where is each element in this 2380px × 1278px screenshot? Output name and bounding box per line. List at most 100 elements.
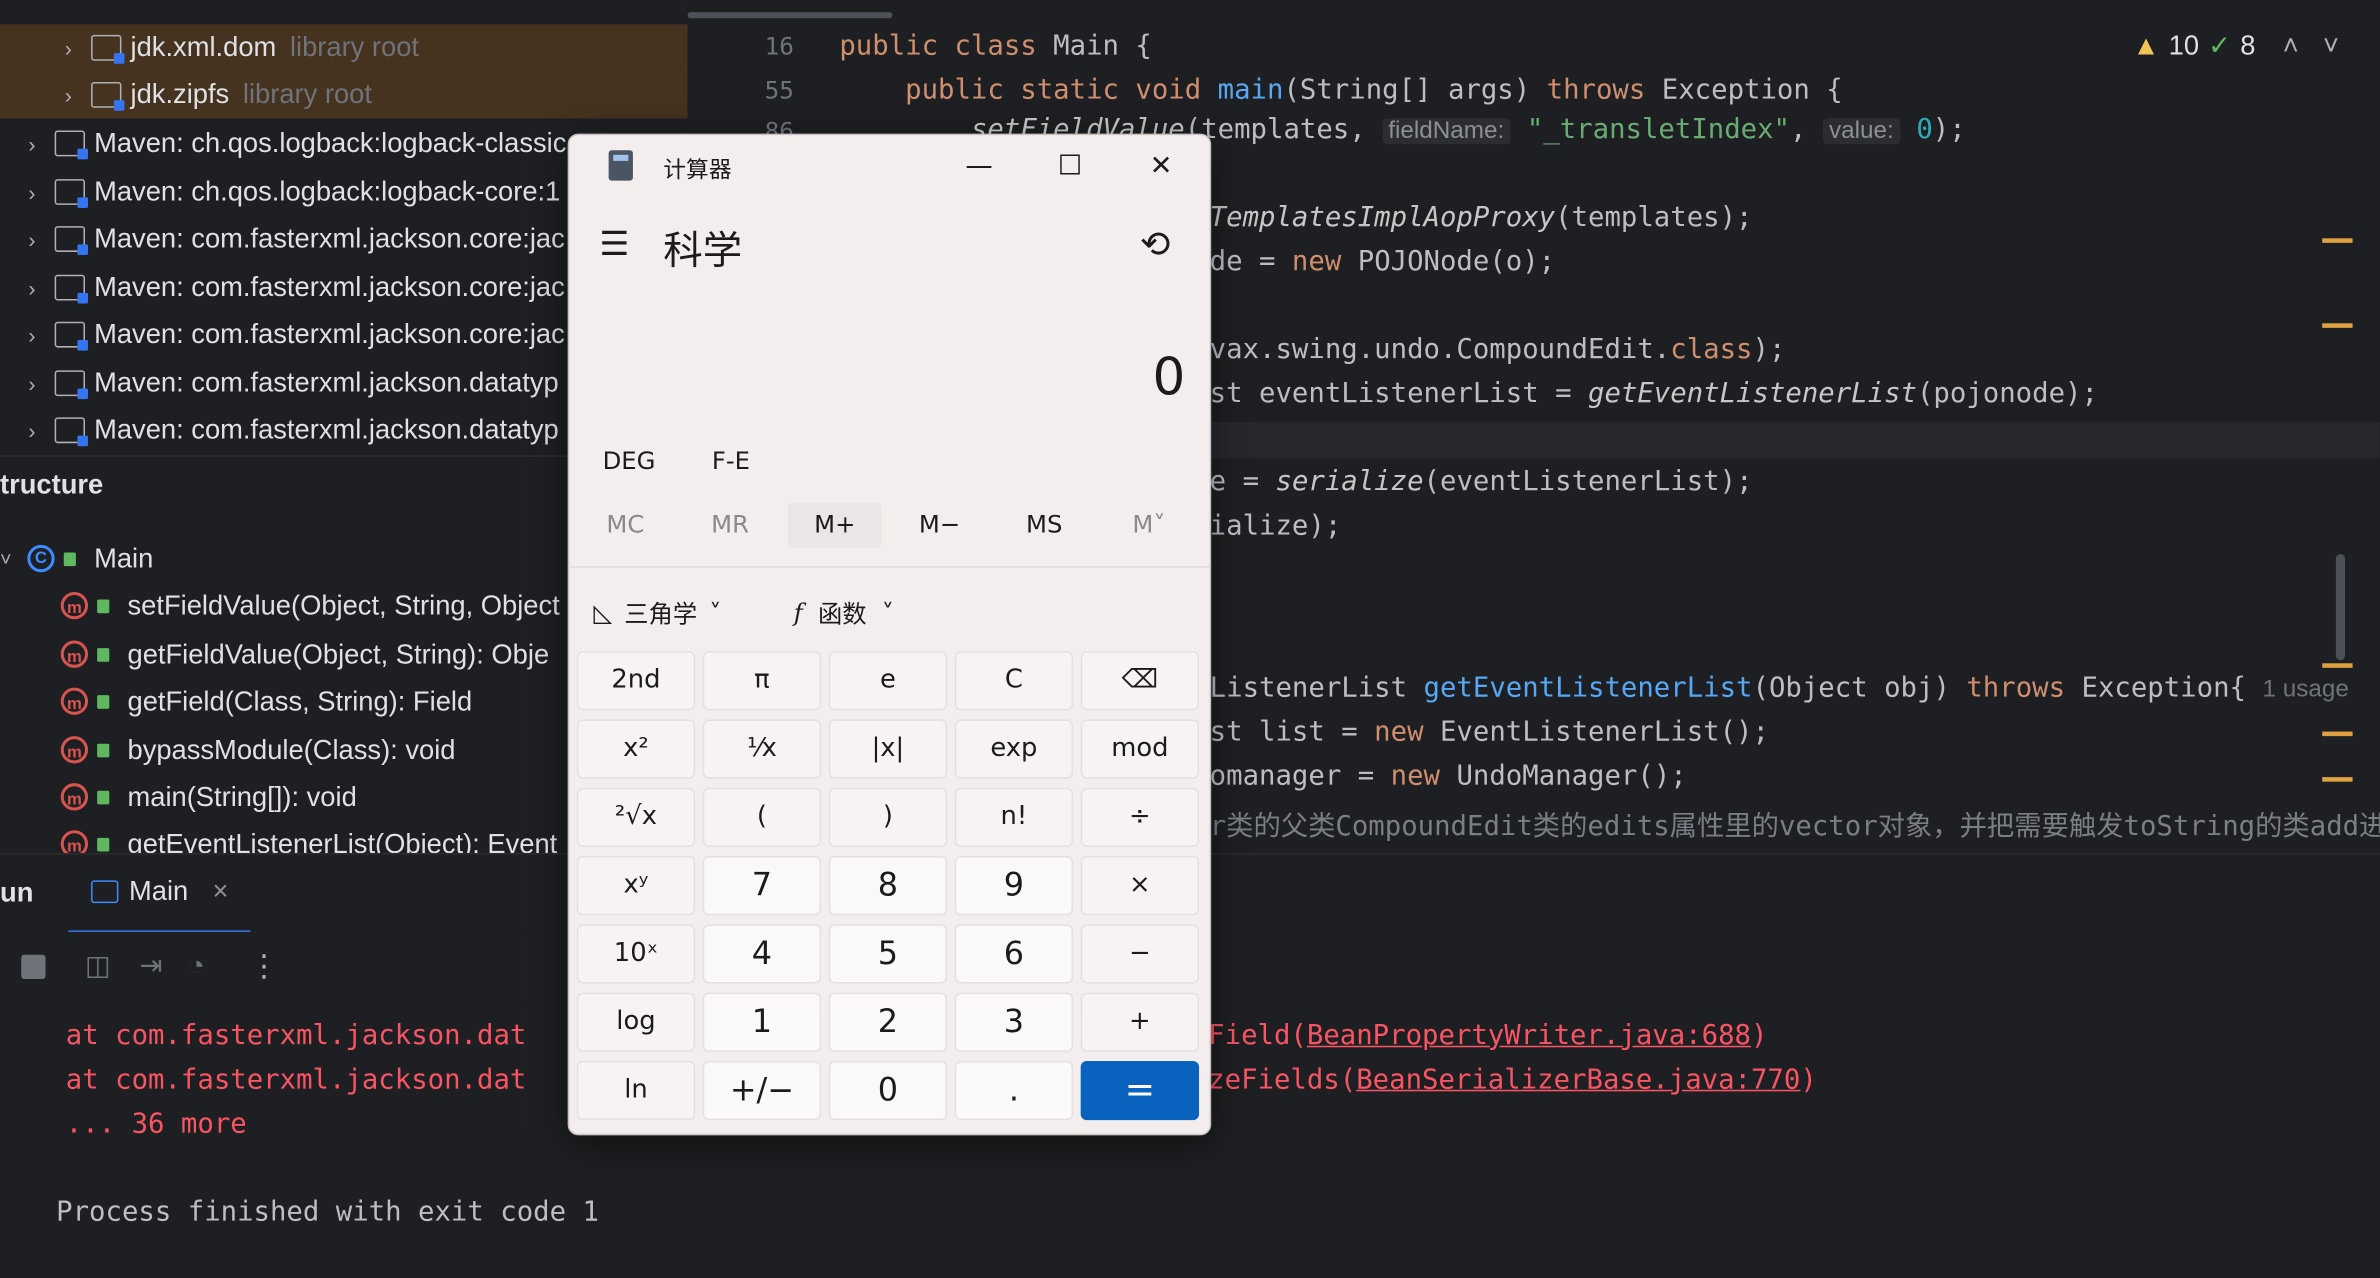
error-stripe-mark[interactable] (2322, 323, 2353, 328)
maximize-button[interactable]: ☐ (1040, 144, 1101, 190)
chevron-down-icon: ˅ (881, 597, 894, 627)
memory-recall-button[interactable]: MR (683, 502, 777, 548)
memory-list-button[interactable]: M˅ (1102, 502, 1196, 548)
error-stripe-mark[interactable] (2322, 663, 2353, 668)
log-button[interactable]: log (576, 992, 696, 1052)
chevron-right-icon[interactable]: › (21, 131, 42, 155)
digit-4-button[interactable]: 4 (702, 924, 822, 984)
more-icon[interactable]: ⋮ (249, 947, 279, 985)
code-line: TemplatesImplAopProxy(templates); (1209, 201, 1753, 234)
backspace-button[interactable]: ⌫ (1080, 651, 1200, 711)
library-folder-icon (54, 130, 89, 160)
stack-link[interactable]: BeanPropertyWriter.java:688 (1307, 1020, 1751, 1052)
tab-main[interactable]: Main × (68, 855, 251, 935)
chevron-right-icon[interactable]: › (21, 227, 42, 251)
decimal-button[interactable]: . (954, 1060, 1074, 1121)
trig-dropdown[interactable]: ◺ 三角学 ˅ (593, 593, 721, 629)
plus-button[interactable]: + (1080, 992, 1200, 1052)
multiply-button[interactable]: × (1080, 856, 1200, 916)
stack-link[interactable]: BeanSerializerBase.java:770 (1356, 1064, 1800, 1096)
structure-member[interactable]: m getFieldValue(Object, String): Obje (60, 631, 549, 677)
negate-button[interactable]: +/− (702, 1060, 822, 1121)
chevron-right-icon[interactable]: › (58, 83, 79, 107)
second-button[interactable]: 2nd (576, 651, 696, 711)
structure-member[interactable]: m bypassModule(Class): void (60, 727, 455, 773)
square-button[interactable]: x² (576, 719, 696, 779)
ten-power-button[interactable]: 10ˣ (576, 924, 696, 984)
speed-icon[interactable]: ◔ (188, 950, 205, 982)
digit-7-button[interactable]: 7 (702, 856, 822, 916)
structure-root[interactable]: ˅ C Main (0, 536, 153, 582)
chevron-right-icon[interactable]: › (21, 323, 42, 347)
ln-button[interactable]: ln (576, 1060, 696, 1121)
minimize-button[interactable]: — (949, 144, 1010, 190)
digit-0-button[interactable]: 0 (828, 1060, 948, 1121)
digit-5-button[interactable]: 5 (828, 924, 948, 984)
console-line: at com.fasterxml.jackson.dat (0, 1063, 527, 1096)
calculator-window[interactable]: 计算器 — ☐ ✕ ☰ 科学 ⟲ 0 DEG F-E MC MR M+ M− M… (567, 133, 1212, 1136)
memory-clear-button[interactable]: MC (578, 502, 672, 548)
digit-9-button[interactable]: 9 (954, 856, 1074, 916)
chevron-right-icon[interactable]: › (58, 36, 79, 60)
library-folder-icon (54, 417, 89, 447)
menu-icon[interactable]: ☰ (600, 226, 630, 264)
chevron-down-icon[interactable]: ˅ (2323, 30, 2339, 62)
chevron-down-icon: ˅ (709, 597, 722, 627)
history-icon[interactable]: ⟲ (1140, 223, 1171, 265)
memory-add-button[interactable]: M+ (787, 502, 882, 548)
structure-member[interactable]: m main(String[]): void (60, 774, 357, 820)
chevron-right-icon[interactable]: › (21, 371, 42, 395)
pi-button[interactable]: π (702, 651, 822, 711)
structure-member[interactable]: m getField(Class, String): Field (60, 678, 472, 724)
lock-icon (97, 647, 110, 662)
editor-vscrollbar[interactable] (2335, 553, 2346, 661)
clear-button[interactable]: C (954, 651, 1074, 711)
inspection-widget[interactable]: ▲ 10 ✓ 8 ˄ ˅ (2133, 30, 2339, 62)
divide-button[interactable]: ÷ (1080, 787, 1200, 847)
chevron-up-icon[interactable]: ˄ (2283, 30, 2299, 62)
memory-subtract-button[interactable]: M− (892, 502, 986, 548)
editor-scrollbar[interactable] (687, 12, 893, 19)
equals-button[interactable]: = (1080, 1060, 1200, 1121)
digit-3-button[interactable]: 3 (954, 992, 1074, 1052)
structure-member[interactable]: m setFieldValue(Object, String, Object (60, 583, 560, 629)
close-button[interactable]: ✕ (1131, 144, 1192, 190)
factorial-button[interactable]: n! (954, 787, 1074, 847)
chevron-right-icon[interactable]: › (21, 180, 42, 204)
error-stripe-mark[interactable] (2322, 731, 2353, 737)
close-icon[interactable]: × (212, 876, 228, 908)
minus-button[interactable]: − (1080, 924, 1200, 984)
e-button[interactable]: e (828, 651, 948, 711)
exit-icon[interactable]: ⇥ (140, 950, 163, 982)
digit-8-button[interactable]: 8 (828, 856, 948, 916)
digit-6-button[interactable]: 6 (954, 924, 1074, 984)
power-button[interactable]: xʸ (576, 856, 696, 916)
calculator-display: 0 (1152, 347, 1186, 409)
close-paren-button[interactable]: ) (828, 787, 948, 847)
deg-button[interactable]: DEG (603, 446, 656, 475)
stop-icon[interactable] (21, 954, 46, 979)
tree-item[interactable]: › jdk.zipfs library root (0, 71, 688, 119)
error-stripe-mark[interactable] (2322, 238, 2353, 243)
digit-2-button[interactable]: 2 (828, 992, 948, 1052)
memory-store-button[interactable]: MS (997, 502, 1091, 548)
camera-icon[interactable]: ◫ (85, 950, 111, 982)
mod-button[interactable]: mod (1080, 719, 1200, 779)
chevron-right-icon[interactable]: › (21, 418, 42, 442)
fe-button[interactable]: F-E (712, 446, 750, 475)
tree-item[interactable]: › jdk.xml.dom library root (0, 24, 688, 72)
structure-member[interactable]: m getEventListenerList(Object): Event (60, 821, 557, 855)
method-icon: m (60, 687, 89, 715)
function-dropdown[interactable]: f 函数 ˅ (794, 593, 894, 629)
digit-1-button[interactable]: 1 (702, 992, 822, 1052)
error-stripe-mark[interactable] (2322, 777, 2353, 782)
exp-button[interactable]: exp (954, 719, 1074, 779)
reciprocal-button[interactable]: ¹⁄x (702, 719, 822, 779)
abs-button[interactable]: |x| (828, 719, 948, 779)
open-paren-button[interactable]: ( (702, 787, 822, 847)
console-line-tail: Field(BeanPropertyWriter.java:688) (1208, 1019, 1768, 1052)
sqrt-button[interactable]: ²√x (576, 787, 696, 847)
console-line: ... 36 more (0, 1107, 247, 1140)
chevron-right-icon[interactable]: › (21, 275, 42, 299)
usage-hint[interactable]: 1 usage (2262, 677, 2348, 703)
